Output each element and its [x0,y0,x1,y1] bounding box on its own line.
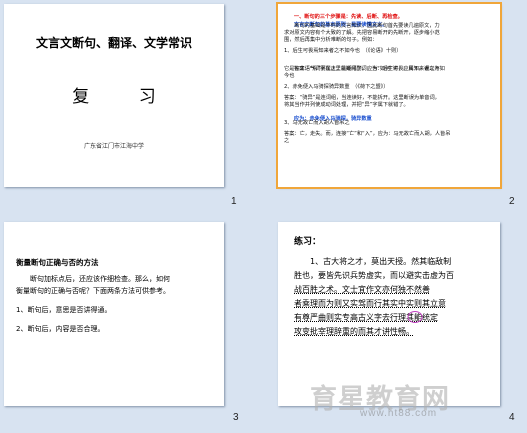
slide-2-line: 求对原文内容有个大致的了解。先把容易断开的先断开，逐步缩小范 [284,30,440,36]
slide-3-canvas[interactable]: 衡量断句正确与否的方法 断句加标点后，还应该作细检查。那么，如何 衡量断句的正确… [4,222,224,406]
slide-1-canvas[interactable]: 文言文断句、翻译、文学常识 复 习 广东省江门市江海中学 [4,4,224,187]
slide-number-1: 1 [231,196,237,207]
slide-2-line: 之 [284,138,290,144]
slide-4-line: 1、古大将之才，莫出天授。然其临敌制 [294,257,452,266]
slide-2-line: 答案：亡，走失。而，连接“亡”和“入”，应为：马无故亡而入胡，人皆吊 [284,131,451,137]
slide-2-line: 今也 [284,73,295,79]
slide-4-line: 攻变批宰理辞重的而其才讲性畅。 [294,327,414,336]
slide-3-line: 2、断句后，内容是否合理。 [16,325,105,333]
slide-1-school: 广东省江门市江海中学 [83,143,144,150]
slide-1-subtitle: 复 习 [72,87,178,107]
slide-2-line: 它是句末语气词而属上，就断错了。应为：后生可畏，焉知来者之不如 [284,66,445,72]
slide-2-line: 围，然后再集中分析难断的句子。例如： [284,37,378,43]
slide-4-line: 战百胜之术。文士宜作文亦何独不然善 [294,285,430,294]
slide-1-title: 文言文断句、翻译、文学常识 [35,36,192,50]
slide-2-line: 1、后生可畏焉知来者之不如今也 （《论语》十则） [284,48,402,54]
slide-2-line: 3、马无故亡而入胡人皆吊之 [284,120,350,126]
slide-number-2: 2 [509,196,515,207]
circle-mark-icon [407,311,423,323]
slide-number-3: 3 [233,412,239,423]
watermark-url: www.ht88.com [360,408,438,419]
slide-number-4: 4 [509,412,515,423]
slide-2-line: 将其当作并列使成动词处理，并把“异”字属下就错了。 [284,102,409,108]
slide-3-line: 断句加标点后，还应该作细检查。那么，如何 [16,275,170,283]
slide-2-line: 2、赤免便入马骑探骑异数重 （《荷下之盟》） [284,84,389,90]
slide-2-canvas[interactable]: 一、断句的三个步骤是：先读、后断、再检查。 文言文断句的基本原则：是要读懂文义。… [276,2,502,189]
slide-4-line: 胜也，要皆先识兵势虚实，而以避实击虚为百 [294,271,454,280]
slide-3-title: 衡量断句正确与否的方法 [16,258,99,267]
slide-4-line: 者乘理而为则又实驾而行其实中实则其立意 [294,299,446,308]
slide-3-line: 1、断句后，意思是否讲得通。 [16,306,112,314]
slide-4-title: 练习： [294,237,322,247]
slide-2-line: 答案：“骑异”是连词组，当连读好，不能拆开。这里断误为单音词， [284,95,440,101]
slide-2-line: 断句的基础是平时的文言知识，因此断句首先要读几遍原文，力 [284,23,440,29]
slide-3-line: 衡量断句的正确与否呢？下面两条方法可供参考。 [16,287,170,295]
